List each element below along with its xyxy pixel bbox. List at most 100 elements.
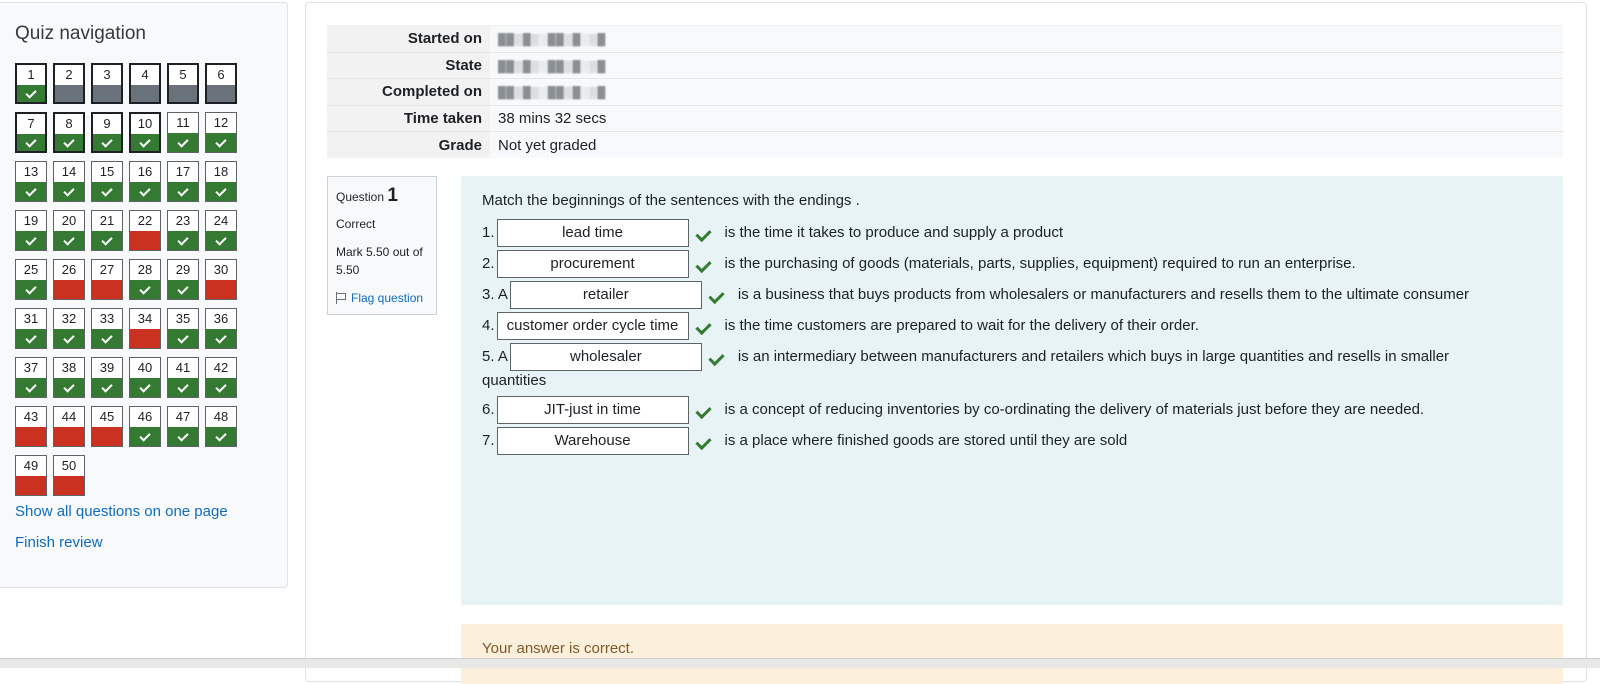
quiz-nav-button-3[interactable]: 3: [91, 63, 123, 104]
quiz-nav-button-49[interactable]: 49: [15, 455, 47, 496]
quiz-nav-button-5[interactable]: 5: [167, 63, 199, 104]
match-suffix: is the time customers are prepared to wa…: [724, 317, 1199, 334]
quiz-nav-number: 4: [141, 67, 149, 82]
quiz-nav-button-16[interactable]: 16: [129, 161, 161, 202]
match-answer-select[interactable]: Warehouse: [496, 426, 689, 455]
quiz-nav-button-15[interactable]: 15: [91, 161, 123, 202]
quiz-nav-button-45[interactable]: 45: [91, 406, 123, 447]
finish-review-link[interactable]: Finish review: [15, 534, 228, 551]
quiz-nav-button-24[interactable]: 24: [205, 210, 237, 251]
quiz-nav-button-6[interactable]: 6: [205, 63, 237, 104]
quiz-nav-button-28[interactable]: 28: [129, 259, 161, 300]
quiz-nav-button-9[interactable]: 9: [91, 112, 123, 153]
quiz-nav-button-47[interactable]: 47: [167, 406, 199, 447]
quiz-nav-status-correct: [168, 427, 198, 446]
quiz-nav-button-43[interactable]: 43: [15, 406, 47, 447]
quiz-nav-button-35[interactable]: 35: [167, 308, 199, 349]
quiz-nav-status-correct: [131, 134, 159, 151]
match-answer-select[interactable]: procurement: [496, 249, 689, 278]
quiz-nav-button-17[interactable]: 17: [167, 161, 199, 202]
quiz-nav-button-11[interactable]: 11: [167, 112, 199, 153]
quiz-nav-button-40[interactable]: 40: [129, 357, 161, 398]
quiz-nav-button-21[interactable]: 21: [91, 210, 123, 251]
quiz-nav-button-18[interactable]: 18: [205, 161, 237, 202]
summary-value-redacted: ██▒█▒░██▒█░▒█: [490, 78, 1563, 105]
quiz-nav-button-14[interactable]: 14: [53, 161, 85, 202]
quiz-nav-button-7[interactable]: 7: [15, 112, 47, 153]
quiz-nav-button-10[interactable]: 10: [129, 112, 161, 153]
quiz-nav-button-26[interactable]: 26: [53, 259, 85, 300]
quiz-nav-number: 46: [137, 409, 153, 424]
flag-question-label: Flag question: [351, 291, 424, 305]
quiz-nav-button-46[interactable]: 46: [129, 406, 161, 447]
check-icon: [215, 331, 227, 344]
match-answer-select[interactable]: retailer: [509, 280, 702, 309]
quiz-nav-button-31[interactable]: 31: [15, 308, 47, 349]
quiz-nav-button-1[interactable]: 1: [15, 63, 47, 104]
match-prefix: 4.: [482, 317, 495, 334]
quiz-nav-number: 5: [179, 67, 187, 82]
quiz-nav-status-correct: [92, 231, 122, 250]
question-state: Correct: [336, 217, 376, 231]
show-all-questions-link[interactable]: Show all questions on one page: [15, 503, 228, 520]
quiz-nav-button-25[interactable]: 25: [15, 259, 47, 300]
match-answer-select[interactable]: customer order cycle time: [496, 311, 689, 340]
flag-question-button[interactable]: Flag question: [336, 291, 428, 305]
quiz-nav-button-42[interactable]: 42: [205, 357, 237, 398]
quiz-nav-button-27[interactable]: 27: [91, 259, 123, 300]
quiz-nav-button-30[interactable]: 30: [205, 259, 237, 300]
quiz-nav-button-33[interactable]: 33: [91, 308, 123, 349]
quiz-nav-number: 41: [175, 360, 191, 375]
match-answer-select[interactable]: JIT-just in time: [496, 395, 689, 424]
match-answer-select[interactable]: wholesaler: [509, 342, 702, 371]
quiz-nav-status-correct: [130, 182, 160, 201]
match-suffix: is the purchasing of goods (materials, p…: [724, 255, 1356, 272]
bottom-scrollbar[interactable]: [0, 658, 1600, 668]
quiz-nav-status-correct: [92, 378, 122, 397]
match-row: 6. JIT-just in time is a concept of reduci…: [482, 394, 1542, 425]
quiz-nav-button-36[interactable]: 36: [205, 308, 237, 349]
match-list: 1. lead time is the time it takes to produ…: [482, 217, 1542, 456]
check-icon: [177, 331, 189, 344]
quiz-nav-button-37[interactable]: 37: [15, 357, 47, 398]
quiz-nav-status-correct: [168, 378, 198, 397]
match-answer-select[interactable]: lead time: [496, 218, 689, 247]
match-suffix: is the time it takes to produce and supp…: [724, 224, 1064, 241]
quiz-nav-button-4[interactable]: 4: [129, 63, 161, 104]
quiz-nav-button-38[interactable]: 38: [53, 357, 85, 398]
quiz-nav-button-48[interactable]: 48: [205, 406, 237, 447]
quiz-nav-button-39[interactable]: 39: [91, 357, 123, 398]
quiz-nav-number: 34: [137, 311, 153, 326]
quiz-nav-status-correct: [55, 134, 83, 151]
question-info-panel: Question 1 Correct Mark 5.50 out of 5.50…: [327, 176, 437, 315]
quiz-nav-button-23[interactable]: 23: [167, 210, 199, 251]
quiz-nav-button-12[interactable]: 12: [205, 112, 237, 153]
quiz-nav-button-19[interactable]: 19: [15, 210, 47, 251]
quiz-nav-button-20[interactable]: 20: [53, 210, 85, 251]
quiz-nav-status-correct: [206, 231, 236, 250]
quiz-nav-button-8[interactable]: 8: [53, 112, 85, 153]
check-icon: [177, 429, 189, 442]
quiz-nav-button-50[interactable]: 50: [53, 455, 85, 496]
summary-value: Not yet graded: [490, 131, 1563, 158]
quiz-nav-button-34[interactable]: 34: [129, 308, 161, 349]
quiz-nav-status-correct: [168, 329, 198, 348]
quiz-nav-number: 28: [137, 262, 153, 277]
quiz-nav-status-incorrect: [92, 280, 122, 299]
quiz-nav-button-41[interactable]: 41: [167, 357, 199, 398]
quiz-nav-number: 38: [61, 360, 77, 375]
quiz-nav-number: 18: [213, 164, 229, 179]
quiz-nav-button-22[interactable]: 22: [129, 210, 161, 251]
match-row: 2. procurement is the purchasing of goods …: [482, 248, 1542, 279]
quiz-nav-button-13[interactable]: 13: [15, 161, 47, 202]
quiz-nav-button-29[interactable]: 29: [167, 259, 199, 300]
quiz-nav-number: 7: [27, 116, 35, 131]
main-region: Started on ██▒█▒░██▒█░▒█ State ██▒█▒░██▒█░▒…: [305, 2, 1587, 684]
check-icon: [139, 282, 151, 295]
match-row: 1. lead time is the time it takes to produ…: [482, 217, 1542, 248]
quiz-nav-number: 33: [99, 311, 115, 326]
summary-row: State ██▒█▒░██▒█░▒█: [327, 51, 1563, 79]
quiz-nav-button-44[interactable]: 44: [53, 406, 85, 447]
quiz-nav-button-2[interactable]: 2: [53, 63, 85, 104]
quiz-nav-button-32[interactable]: 32: [53, 308, 85, 349]
